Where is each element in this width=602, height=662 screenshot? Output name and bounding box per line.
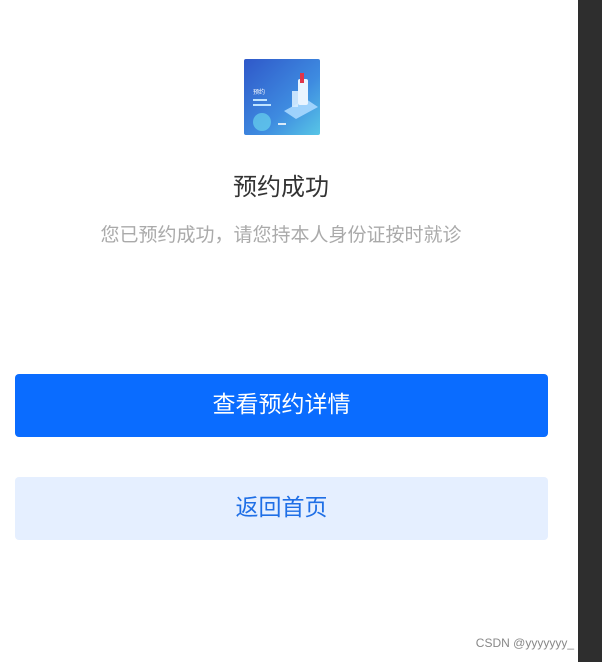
success-subtitle: 您已预约成功，请您持本人身份证按时就诊: [100, 224, 462, 246]
success-title: 预约成功: [233, 173, 329, 201]
view-appointment-details-button[interactable]: 查看预约详情: [15, 374, 548, 437]
watermark: CSDN @yyyyyyy_: [475, 636, 574, 650]
illustration-caption: 预约: [253, 88, 265, 96]
back-to-home-button[interactable]: 返回首页: [15, 477, 548, 540]
appointment-success-page: 预约 预约成功 您已预约成功，请您持本人身份证按时就诊 查看预约详情 返回首页: [0, 0, 578, 662]
scrollbar[interactable]: [578, 0, 602, 662]
illustration-graphic: 预约: [244, 59, 320, 135]
appointment-illustration-icon: 预约: [244, 59, 320, 135]
